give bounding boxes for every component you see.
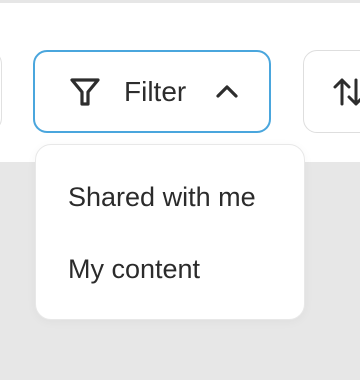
menu-item-my-content[interactable]: My content: [68, 244, 200, 294]
sort-button[interactable]: [303, 50, 360, 133]
top-divider: [0, 0, 360, 3]
chevron-up-icon: [214, 79, 240, 105]
filter-label: Filter: [124, 75, 187, 107]
filter-icon: [68, 75, 102, 109]
filter-button[interactable]: Filter: [33, 50, 271, 133]
sort-icon: [332, 72, 360, 112]
menu-item-shared-with-me[interactable]: Shared with me: [68, 172, 256, 222]
toolbar-button-partial[interactable]: [0, 50, 2, 132]
filter-toolbar-screen: Filter Shared with me My content: [0, 0, 360, 380]
filter-dropdown-menu: Shared with me My content: [35, 144, 305, 320]
